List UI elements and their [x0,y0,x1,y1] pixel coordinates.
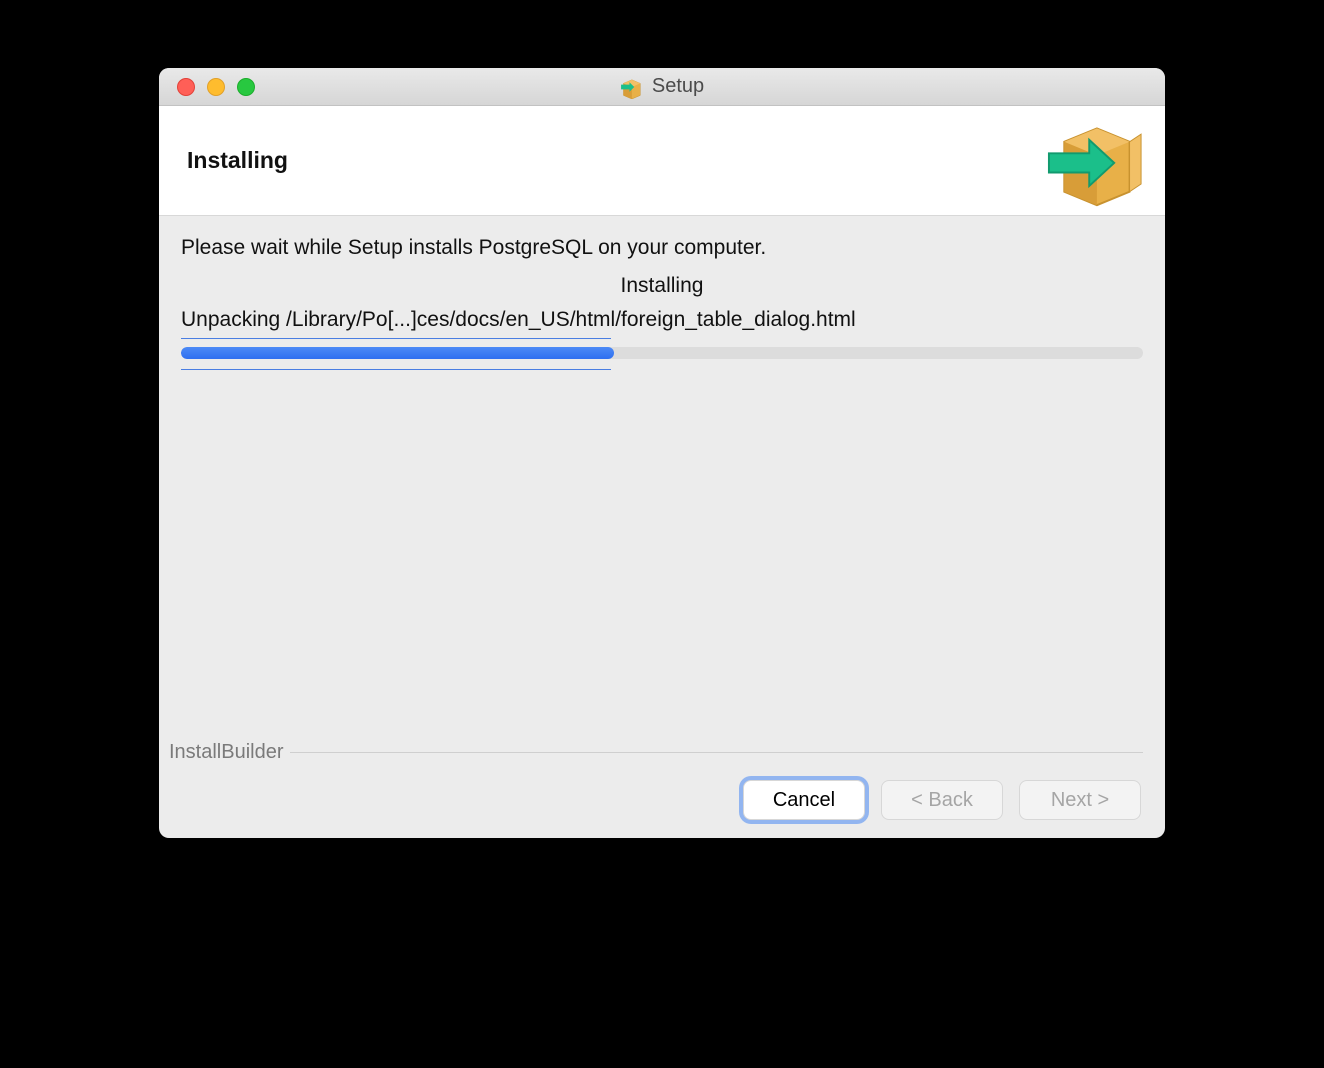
brand-divider: InstallBuilder [159,741,1143,764]
traffic-lights [159,78,255,96]
titlebar-title-group: Setup [620,75,704,99]
back-button: < Back [881,780,1003,820]
window-title: Setup [652,75,704,98]
progress-fill [181,347,614,359]
installer-window: Setup Installing Please wait while Setup… [159,68,1165,838]
page-title: Installing [187,147,288,174]
box-arrow-logo-icon [1047,113,1143,209]
divider-line [290,752,1143,753]
titlebar: Setup [159,68,1165,106]
minimize-icon[interactable] [207,78,225,96]
close-icon[interactable] [177,78,195,96]
current-file-text: Unpacking /Library/Po[...]ces/docs/en_US… [181,308,1143,332]
cancel-button[interactable]: Cancel [743,780,865,820]
next-button: Next > [1019,780,1141,820]
stage-label: Installing [181,274,1143,298]
instruction-text: Please wait while Setup installs Postgre… [181,236,1143,260]
brand-label: InstallBuilder [159,741,290,764]
header: Installing [159,106,1165,216]
button-row: Cancel < Back Next > [159,780,1143,820]
divider-line [181,338,611,339]
content-area: Please wait while Setup installs Postgre… [159,216,1165,741]
divider-line [181,369,611,370]
maximize-icon[interactable] [237,78,255,96]
box-arrow-icon [620,75,644,99]
footer: InstallBuilder Cancel < Back Next > [159,741,1165,838]
progress-bar [181,347,1143,359]
